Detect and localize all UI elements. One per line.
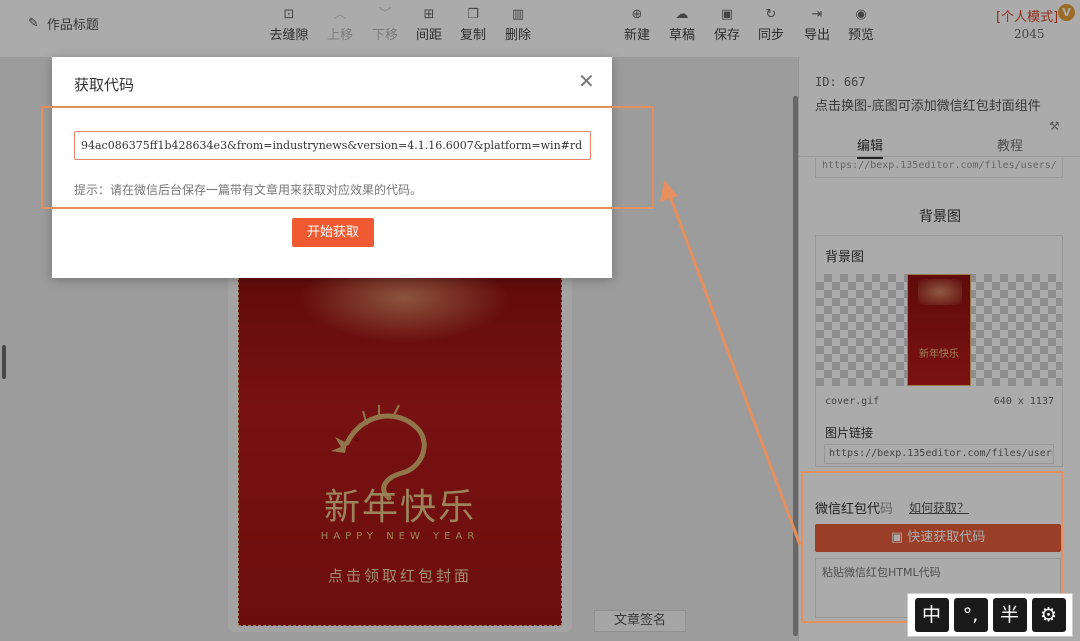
dialog-title: 获取代码 — [74, 76, 135, 94]
ime-punct-icon[interactable]: °, — [953, 598, 988, 632]
annotation-box-modal — [41, 106, 654, 209]
ime-chinese-icon[interactable]: 中 — [914, 598, 949, 632]
close-icon[interactable]: ✕ — [578, 71, 595, 91]
ime-halfwidth-icon[interactable]: 半 — [992, 598, 1027, 632]
start-fetch-button[interactable]: 开始获取 — [292, 218, 374, 247]
ime-settings-icon[interactable]: ⚙ — [1031, 598, 1066, 632]
ime-toolbar: 中 °, 半 ⚙ — [907, 593, 1073, 637]
